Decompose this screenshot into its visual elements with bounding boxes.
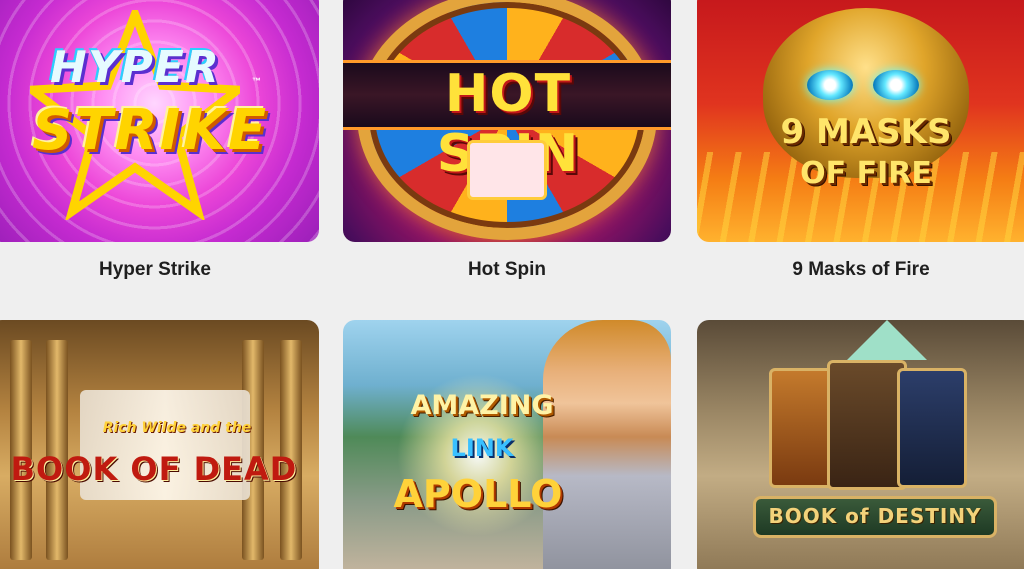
game-tile-book-of-dead[interactable]: Rich Wilde and the BOOK OF DEAD [0,320,319,569]
mask-eye-left [807,70,853,100]
game-tile-amazing-link-apollo[interactable]: AMAZING LINK APOLLO [343,320,671,569]
game-logo-line1: HYPER [50,42,220,93]
game-logo-line2: LINK [450,434,514,462]
game-logo-line2: OF FIRE [800,156,932,191]
game-logo-line1: AMAZING [410,390,554,421]
game-title-hyper-strike[interactable]: Hyper Strike [5,259,305,281]
mask-graphic [763,8,969,178]
anubis-card [897,368,967,488]
game-logo-line2: BOOK OF DEAD [10,450,298,488]
mask-eye-right [873,70,919,100]
game-title-hot-spin[interactable]: Hot Spin [357,259,657,281]
game-tile-book-of-destiny[interactable]: BOOK of DESTINY [697,320,1024,569]
game-title-9-masks-of-fire[interactable]: 9 Masks of Fire [711,259,1011,281]
explorer-card [827,360,907,490]
pyramid-top [847,320,927,360]
game-tile-hyper-strike[interactable]: HYPER STRIKE ™ [0,0,319,242]
game-logo-line2: STRIKE [32,98,269,163]
game-logo-line1: Rich Wilde and the [102,420,252,436]
wheel-hub [467,140,547,200]
game-tile-9-masks-of-fire[interactable]: 9 MASKS OF FIRE [697,0,1024,242]
game-tile-hot-spin[interactable]: HOT SPIN [343,0,671,242]
trademark-symbol: ™ [252,76,261,86]
game-logo-line1: 9 MASKS [780,112,952,152]
game-logo-line3: APOLLO [393,472,563,516]
game-logo: BOOK of DESTINY [768,504,982,528]
